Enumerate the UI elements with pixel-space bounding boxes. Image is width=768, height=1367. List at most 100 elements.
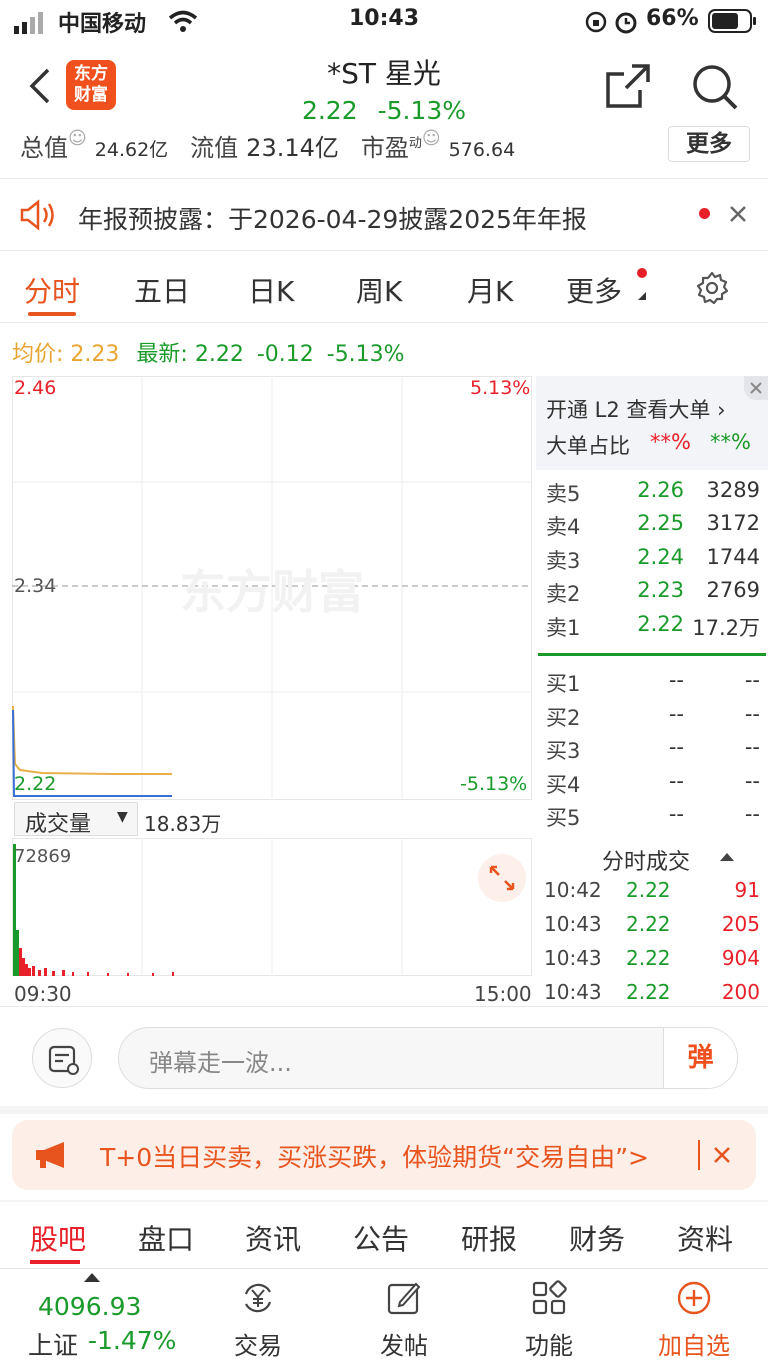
danmu-placeholder: 弹幕走一波... [149,1049,292,1077]
divider [0,322,768,323]
time-end: 15:00 [474,982,532,1006]
expand-icon [489,865,515,891]
l2-title: 开通 L2 查看大单 › [546,398,726,422]
total-value: 24.62亿 [94,139,169,161]
close-icon[interactable] [728,204,748,224]
index-name: 上证 [28,1331,79,1360]
buy-level-4: 买4 -- -- [546,769,760,797]
danmu-input[interactable]: 弹幕走一波... 弹 [118,1027,738,1089]
nav-functions[interactable]: 功能 [499,1280,599,1361]
tab-indicator [28,312,76,316]
corner-triangle-icon [638,292,646,300]
yuan-circle-icon [244,1283,272,1313]
float-value: 23.14亿 [246,134,339,162]
l2-promo-panel[interactable]: 开通 L2 查看大单 › 大单占比 **% **% [536,376,768,470]
notice-text: 年报预披露：于2026-04-29披露2025年年报 [78,205,587,234]
danmu-settings-icon [48,1045,79,1075]
tab-forum[interactable]: 股吧 [30,1218,86,1258]
bid-ask-divider [538,653,766,656]
buy-level-3: 买3 -- -- [546,735,760,763]
grid-icon [532,1280,567,1315]
battery-percent: 66% [646,6,699,31]
stock-name: *ST 星光 [327,57,441,90]
unread-dot [699,208,710,219]
stock-metrics: 总值☺24.62亿 流值 23.14亿 市盈动☺576.64 [20,128,516,162]
ticks-header[interactable]: 分时成交 [536,834,768,875]
notice-bar[interactable]: 年报预披露：于2026-04-29披露2025年年报 [0,180,768,250]
nav-add-watchlist[interactable]: 加自选 [644,1280,744,1361]
price-mid: 2.34 [14,575,57,597]
volume-indicator-select[interactable]: 成交量 ▼ [14,802,138,837]
promo-text: T+0当日买卖，买涨买跌，体验期货“交易自由”> [100,1143,649,1172]
more-tab-dot [637,268,647,278]
watermark: 东方财富 [180,565,364,619]
pe-label: 市盈 [360,134,409,162]
sell-level-2: 卖2 2.23 2769 [546,578,760,606]
price-low: 2.22 [14,773,57,795]
index-ticker[interactable]: 4096.93 上证 -1.47% [14,1272,184,1362]
sell-level-5: 卖5 2.26 3289 [546,478,760,506]
add-circle-icon [677,1281,711,1315]
tab-financials[interactable]: 财务 [569,1218,625,1258]
index-value: 4096.93 [38,1292,142,1321]
lock-alarm-icon [585,11,637,34]
settings-icon[interactable] [694,270,730,306]
section-gap [0,1106,768,1114]
volume-chart[interactable] [12,838,532,976]
chevron-down-icon: ▼ [117,809,128,825]
sell-level-3: 卖3 2.24 1744 [546,545,760,573]
status-bar: 中国移动 10:43 66% [0,0,768,44]
promo-banner[interactable]: T+0当日买卖，买涨买跌，体验期货“交易自由”> [12,1120,756,1190]
tab-research[interactable]: 研报 [461,1218,517,1258]
tab-daily-k[interactable]: 日K [248,270,294,310]
search-icon[interactable] [690,62,740,112]
tab-order-book[interactable]: 盘口 [138,1218,194,1258]
tab-announcements[interactable]: 公告 [353,1218,409,1258]
tab-weekly-k[interactable]: 周K [356,270,402,310]
nav-post[interactable]: 发帖 [354,1280,454,1361]
volume-max: 72869 [14,846,72,867]
price-change-pct: -5.13% [326,342,405,367]
divider [0,178,768,179]
buy-level-2: 买2 -- -- [546,702,760,730]
close-icon[interactable] [712,1145,732,1165]
megaphone-icon [36,1142,64,1168]
share-icon[interactable] [604,62,652,110]
caret-up-icon [84,1273,100,1282]
tab-indicator [30,1260,80,1264]
danmu-send-button[interactable]: 弹 [663,1028,737,1088]
tab-five-day[interactable]: 五日 [134,270,190,310]
sell-level-1: 卖1 2.22 17.2万 [546,612,760,640]
avg-price: 2.23 [70,342,120,367]
pe-value: 576.64 [448,139,516,161]
section-gap [0,1200,768,1202]
tab-more[interactable]: 更多 [566,270,622,310]
time-start: 09:30 [14,982,72,1006]
close-icon [750,382,762,394]
intraday-price-chart[interactable]: 东方财富 [12,376,532,800]
divider [0,250,768,251]
nav-trade[interactable]: 交易 [208,1280,308,1361]
total-value-label: 总值 [20,134,68,162]
tab-profile[interactable]: 资料 [677,1218,733,1258]
tab-news[interactable]: 资讯 [245,1218,301,1258]
speaker-icon [20,199,54,231]
expand-chart-button[interactable] [478,854,526,902]
price-high: 2.46 [14,377,57,399]
sell-level-4: 卖4 2.25 3172 [546,511,760,539]
tick-row: 10:43 2.22 904 [544,946,760,970]
index-change: -1.47% [88,1326,177,1355]
stock-quote: 2.22 -5.13% [0,96,768,125]
pct-high: 5.13% [470,377,531,399]
l2-close-button[interactable] [744,376,768,400]
price-summary: 均价: 2.23 最新: 2.22 -0.12 -5.13% [12,342,405,367]
tab-monthly-k[interactable]: 月K [467,270,513,310]
price-change: -0.12 [256,342,314,367]
buy-level-1: 买1 -- -- [546,668,760,696]
more-metrics-button[interactable]: 更多 [668,126,750,162]
stock-change-pct: -5.13% [377,96,467,125]
stock-price: 2.22 [301,96,358,125]
promo-separator [698,1140,700,1170]
tab-intraday[interactable]: 分时 [24,270,80,310]
danmu-settings-button[interactable] [32,1028,92,1088]
